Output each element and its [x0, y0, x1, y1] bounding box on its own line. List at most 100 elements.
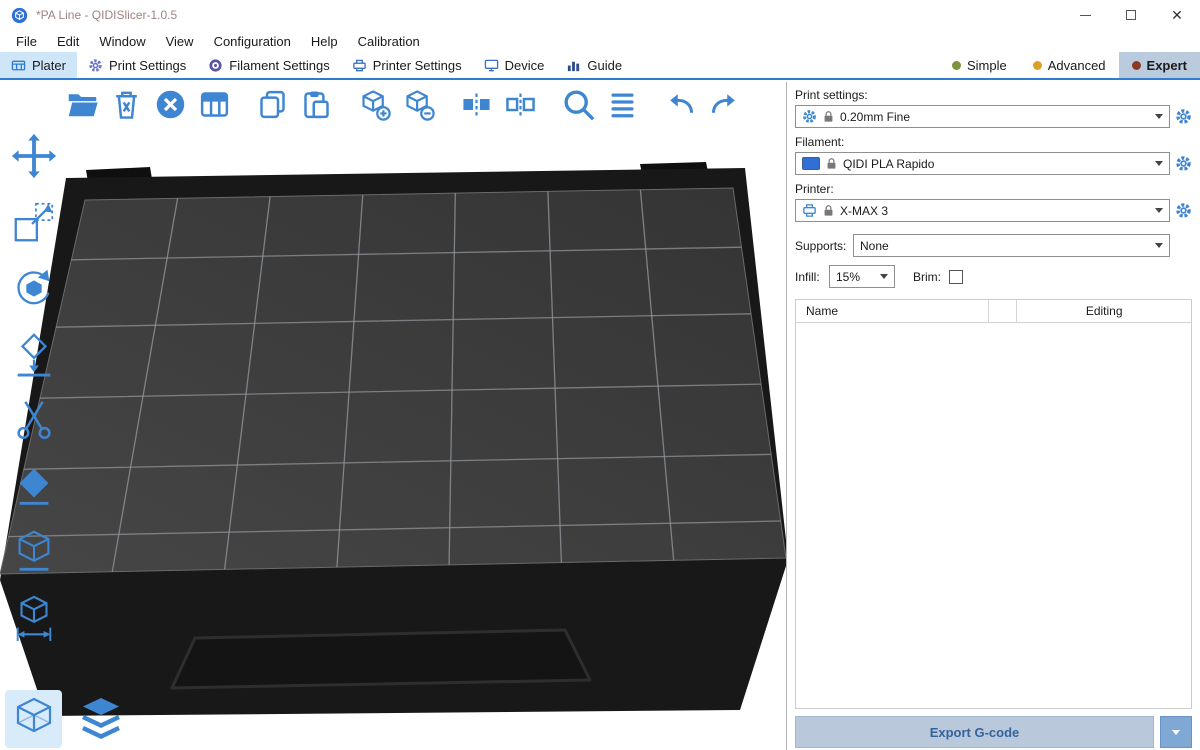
preview-view-button[interactable] [72, 690, 129, 748]
column-name[interactable]: Name [796, 300, 989, 322]
guide-icon [566, 58, 581, 73]
filament-combo[interactable]: QIDI PLA Rapido [795, 152, 1170, 175]
split-to-parts-icon [504, 88, 537, 121]
redo-button[interactable] [706, 86, 743, 123]
editor-view-button[interactable] [5, 690, 62, 748]
tab-label: Filament Settings [229, 58, 329, 73]
plater-icon [11, 58, 26, 73]
settings-panel: Print settings: 0.20mm Fine [786, 82, 1200, 750]
move-button[interactable] [7, 130, 61, 182]
printer-icon [802, 203, 817, 218]
app-window: *PA Line - QIDISlicer-1.0.5 ✕ File Edit … [0, 0, 1200, 750]
object-manipulation-toolbar [7, 130, 61, 644]
tab-filament-settings[interactable]: Filament Settings [197, 52, 340, 78]
supports-label: Supports: [795, 239, 853, 253]
menu-help[interactable]: Help [301, 32, 348, 51]
profile-gear-icon [802, 109, 817, 124]
paste-button[interactable] [298, 86, 335, 123]
print-settings-gear-button[interactable] [1175, 108, 1192, 125]
printer-value: X-MAX 3 [840, 204, 1149, 218]
3d-viewport[interactable] [0, 82, 786, 750]
open-folder-icon [66, 88, 99, 121]
menu-configuration[interactable]: Configuration [204, 32, 301, 51]
column-editing[interactable]: Editing [1017, 300, 1191, 322]
column-extruder[interactable] [989, 300, 1017, 322]
app-logo-icon [11, 7, 28, 24]
tab-label: Guide [587, 58, 622, 73]
split-to-objects-button[interactable] [458, 86, 495, 123]
menu-window[interactable]: Window [89, 32, 155, 51]
device-icon [484, 58, 499, 73]
brim-checkbox[interactable] [949, 270, 963, 284]
printer-label: Printer: [795, 182, 1192, 196]
undo-button[interactable] [662, 86, 699, 123]
filament-gear-button[interactable] [1175, 155, 1192, 172]
delete-all-button[interactable] [152, 86, 189, 123]
object-list-header: Name Editing [796, 300, 1191, 323]
tab-print-settings[interactable]: Print Settings [77, 52, 197, 78]
place-on-face-icon [10, 330, 58, 378]
view-toggles [5, 690, 129, 748]
open-button[interactable] [64, 86, 101, 123]
copy-icon [256, 88, 289, 121]
print-settings-label: Print settings: [795, 88, 1192, 102]
lock-icon [823, 204, 834, 217]
menu-file[interactable]: File [6, 32, 47, 51]
export-gcode-button[interactable]: Export G-code [795, 716, 1154, 748]
tab-device[interactable]: Device [473, 52, 556, 78]
menu-calibration[interactable]: Calibration [348, 32, 430, 51]
dropdown-arrow-icon [880, 274, 888, 279]
tab-label: Print Settings [109, 58, 186, 73]
scale-button[interactable] [7, 196, 61, 248]
tab-label: Plater [32, 58, 66, 73]
supports-value: None [860, 239, 1149, 253]
infill-combo[interactable]: 15% [829, 265, 895, 288]
place-on-face-button[interactable] [7, 328, 61, 380]
filament-label: Filament: [795, 135, 1192, 149]
print-settings-combo[interactable]: 0.20mm Fine [795, 105, 1170, 128]
brim-label: Brim: [913, 270, 941, 284]
mode-label: Advanced [1048, 58, 1106, 73]
copy-button[interactable] [254, 86, 291, 123]
arrange-button[interactable] [196, 86, 233, 123]
rotate-button[interactable] [7, 262, 61, 314]
delete-icon [110, 88, 143, 121]
mode-expert[interactable]: Expert [1119, 52, 1200, 78]
delete-button[interactable] [108, 86, 145, 123]
maximize-button[interactable] [1108, 0, 1154, 30]
mode-advanced[interactable]: Advanced [1020, 52, 1119, 78]
seam-paint-icon [10, 462, 58, 510]
mode-simple[interactable]: Simple [939, 52, 1020, 78]
export-options-button[interactable] [1160, 716, 1192, 748]
minimize-button[interactable] [1062, 0, 1108, 30]
seam-paint-button[interactable] [7, 460, 61, 512]
build-plate [0, 82, 786, 750]
plater-toolbar [64, 86, 764, 123]
menu-view[interactable]: View [156, 32, 204, 51]
variable-layer-height-button[interactable] [604, 86, 641, 123]
close-button[interactable]: ✕ [1154, 0, 1200, 30]
cut-icon [10, 396, 58, 444]
cut-button[interactable] [7, 394, 61, 446]
tab-plater[interactable]: Plater [0, 52, 77, 78]
tab-label: Printer Settings [373, 58, 462, 73]
object-list-body[interactable] [796, 323, 1191, 708]
search-button[interactable] [560, 86, 597, 123]
supports-combo[interactable]: None [853, 234, 1170, 257]
support-paint-button[interactable] [7, 526, 61, 578]
printer-combo[interactable]: X-MAX 3 [795, 199, 1170, 222]
print-settings-value: 0.20mm Fine [840, 110, 1149, 124]
tabbar: Plater Print Settings Filament Settings … [0, 52, 1200, 80]
dropdown-arrow-icon [1155, 161, 1163, 166]
scale-icon [10, 198, 58, 246]
printer-gear-button[interactable] [1175, 202, 1192, 219]
remove-instance-button[interactable] [400, 86, 437, 123]
dropdown-arrow-icon [1155, 208, 1163, 213]
tab-printer-settings[interactable]: Printer Settings [341, 52, 473, 78]
split-to-parts-button[interactable] [502, 86, 539, 123]
support-paint-icon [10, 528, 58, 576]
menu-edit[interactable]: Edit [47, 32, 89, 51]
add-instance-button[interactable] [356, 86, 393, 123]
tab-guide[interactable]: Guide [555, 52, 633, 78]
measure-button[interactable] [7, 592, 61, 644]
